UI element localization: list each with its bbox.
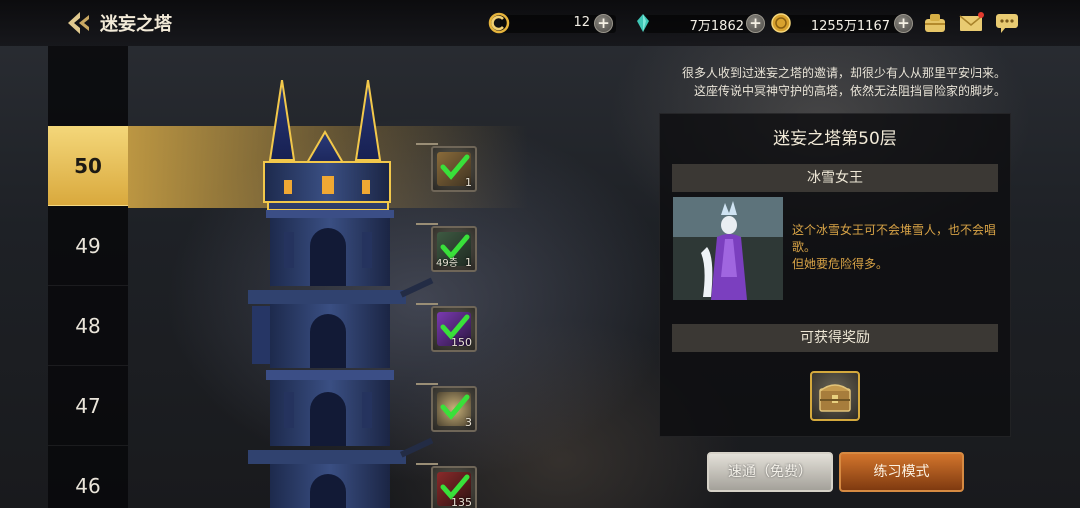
mail-icon[interactable] <box>958 12 984 34</box>
slot-connector <box>416 223 438 225</box>
floor-item-50[interactable]: 50 <box>48 126 128 206</box>
back-button[interactable] <box>62 8 92 38</box>
boss-desc-line-2: 但她要危险得多。 <box>792 257 889 271</box>
resource-value: 1255万1167 <box>810 19 890 34</box>
slot-connector <box>416 143 438 145</box>
top-bar: 迷妄之塔 12 + 7万1862 + 1255万1167 + <box>0 0 1080 46</box>
floor-item-49[interactable]: 49 <box>48 206 128 286</box>
intro-line-2: 这座传说中冥神守护的高塔，依然无法阻挡冒险家的脚步。 <box>693 84 1006 98</box>
floor-item-46[interactable]: 46 <box>48 446 128 508</box>
floor-title: 迷妄之塔第50层 <box>773 129 897 149</box>
boss-name: 冰雪女王 <box>672 164 998 192</box>
resource-crystal: 7万1862 + <box>632 12 770 36</box>
treasure-chest-icon <box>819 384 851 412</box>
floor-reward-slot[interactable]: 3 <box>431 386 477 432</box>
chat-icon[interactable] <box>994 12 1020 34</box>
tower-intro: 很多人收到过迷妄之塔的邀请，却很少有人从那里平安归来。 这座传说中冥神守护的高塔… <box>640 64 1006 100</box>
resource-gold: 1255万1167 + <box>770 12 916 36</box>
practice-mode-button[interactable]: 练习模式 <box>839 452 964 492</box>
add-coins-button[interactable]: + <box>594 14 613 33</box>
resource-value: 12 <box>573 15 590 30</box>
resource-value: 7万1862 <box>689 19 744 34</box>
boss-portrait <box>673 197 783 300</box>
slot-connector <box>416 303 438 305</box>
reward-quantity: 135 <box>451 496 472 508</box>
teal-crystal-icon <box>632 12 654 34</box>
sweep-button[interactable]: 速通（免费） <box>707 452 833 492</box>
slot-connector <box>416 383 438 385</box>
treasure-bag-icon[interactable] <box>922 12 948 34</box>
back-arrow-icon <box>68 12 89 34</box>
reward-item-slot[interactable] <box>810 371 860 421</box>
add-gold-button[interactable]: + <box>894 14 913 33</box>
boss-description: 这个冰雪女王可不会堆雪人，也不会唱歌。 但她要危险得多。 <box>792 222 997 273</box>
tower-illustration <box>248 80 434 508</box>
resource-coins: 12 + <box>488 12 628 36</box>
floor-item-48[interactable]: 48 <box>48 286 128 366</box>
reward-quantity: 1 <box>465 256 472 269</box>
floor-reward-slot[interactable]: 150 <box>431 306 477 352</box>
slot-connector <box>416 463 438 465</box>
gold-coin-icon <box>770 12 792 34</box>
gold-c-coin-icon <box>488 12 510 34</box>
reward-quantity: 3 <box>465 416 472 429</box>
reward-quantity: 150 <box>451 336 472 349</box>
reward-floor-tag: 49층 <box>436 258 458 269</box>
page-title: 迷妄之塔 <box>100 14 172 35</box>
floor-item-47[interactable]: 47 <box>48 366 128 446</box>
floor-reward-slot[interactable]: 135 <box>431 466 477 508</box>
boss-desc-line-1: 这个冰雪女王可不会堆雪人，也不会唱歌。 <box>792 223 997 254</box>
floor-reward-slot[interactable]: 1 <box>431 146 477 192</box>
floor-reward-slot[interactable]: 49층 1 <box>431 226 477 272</box>
reward-header: 可获得奖励 <box>672 324 998 352</box>
reward-quantity: 1 <box>465 176 472 189</box>
add-crystal-button[interactable]: + <box>746 14 765 33</box>
intro-line-1: 很多人收到过迷妄之塔的邀请，却很少有人从那里平安归来。 <box>681 66 1006 80</box>
